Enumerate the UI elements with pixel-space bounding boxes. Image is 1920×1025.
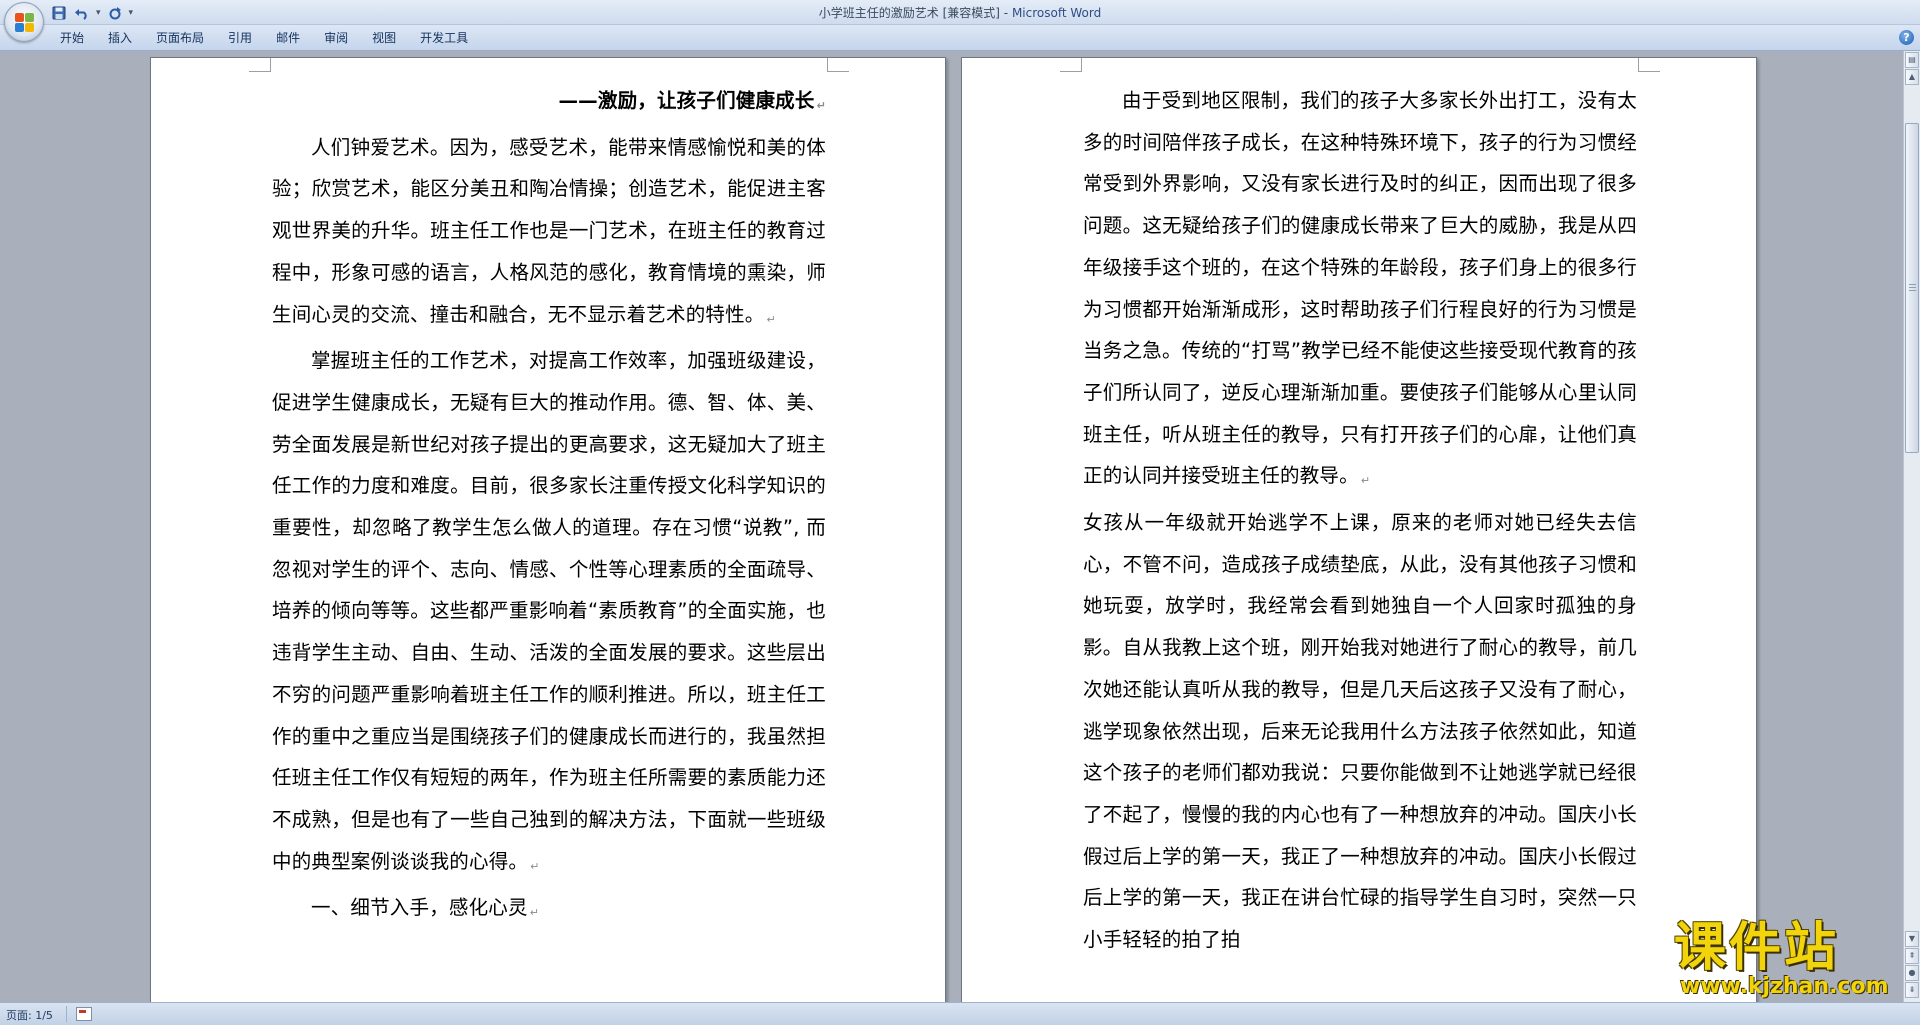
watermark-title: 课件站 xyxy=(1674,918,1840,978)
undo-dropdown-icon[interactable]: ▾ xyxy=(96,8,101,18)
office-button[interactable] xyxy=(4,2,44,42)
status-divider xyxy=(66,1006,67,1022)
crop-mark xyxy=(1060,58,1082,72)
select-browse-object-icon[interactable]: ● xyxy=(1905,965,1919,981)
title-bar: 小学班主任的激励艺术 [兼容模式] - Microsoft Word xyxy=(0,0,1920,25)
paragraph-mark-icon: ↵ xyxy=(816,99,826,112)
paragraph-mark-icon: ↵ xyxy=(766,312,776,326)
undo-icon[interactable] xyxy=(73,4,91,22)
previous-page-icon[interactable]: ⇞ xyxy=(1905,948,1919,964)
save-icon[interactable] xyxy=(50,4,68,22)
vertical-scrollbar[interactable]: ▤ ▲ ▼ ⇞ ● ⇟ xyxy=(1903,51,1920,1002)
app-name: Microsoft Word xyxy=(1011,6,1102,20)
next-page-icon[interactable]: ⇟ xyxy=(1905,982,1919,998)
tab-insert[interactable]: 插入 xyxy=(96,30,144,46)
tab-review[interactable]: 审阅 xyxy=(312,30,360,46)
crop-mark xyxy=(249,58,271,72)
page-indicator[interactable]: 页面: 1/5 xyxy=(6,1007,53,1023)
proofing-icon[interactable] xyxy=(76,1007,92,1021)
paragraph-mark-icon: ↵ xyxy=(1360,474,1371,488)
tab-mailings[interactable]: 邮件 xyxy=(264,30,312,46)
tab-page-layout[interactable]: 页面布局 xyxy=(144,30,216,46)
paragraph[interactable]: 掌握班主任的工作艺术，对提高工作效率，加强班级建设，促进学生健康成长，无疑有巨大… xyxy=(272,340,826,887)
status-bar: 页面: 1/5 xyxy=(0,1002,1920,1025)
page-text[interactable]: 由于受到地区限制，我们的孩子大多家长外出打工，没有太多的时间陪伴孩子成长，在这种… xyxy=(1083,80,1637,961)
window-title: 小学班主任的激励艺术 [兼容模式] - Microsoft Word xyxy=(0,4,1920,21)
ruler-toggle-icon[interactable]: ▤ xyxy=(1905,52,1919,68)
section-heading[interactable]: 一、细节入手，感化心灵 ↵ xyxy=(272,887,826,934)
document-subtitle[interactable]: ——激励，让孩子们健康成长 ↵ xyxy=(272,80,826,127)
tab-references[interactable]: 引用 xyxy=(216,30,264,46)
paragraph[interactable]: 女孩从一年级就开始逃学不上课，原来的老师对她已经失去信心，不管不问，造成孩子成绩… xyxy=(1083,502,1637,961)
page-text[interactable]: ——激励，让孩子们健康成长 ↵ 人们钟爱艺术。因为，感受艺术，能带来情感愉悦和美的… xyxy=(272,80,826,934)
paragraph[interactable]: 人们钟爱艺术。因为，感受艺术，能带来情感愉悦和美的体验；欣赏艺术，能区分美丑和陶… xyxy=(272,127,826,341)
office-logo-icon xyxy=(15,13,34,32)
crop-mark xyxy=(827,58,849,72)
grip-icon xyxy=(1909,284,1916,291)
paragraph-mark-icon: ↵ xyxy=(530,859,540,873)
customize-qat-icon[interactable]: ▾ xyxy=(129,8,134,18)
watermark-url: www.kjzhan.com xyxy=(1680,974,1889,999)
paragraph-mark-icon: ↵ xyxy=(529,906,540,920)
document-workspace[interactable]: ——激励，让孩子们健康成长 ↵ 人们钟爱艺术。因为，感受艺术，能带来情感愉悦和美的… xyxy=(0,51,1903,1002)
ribbon-tabs-bar: 开始 插入 页面布局 引用 邮件 审阅 视图 开发工具 ? xyxy=(0,25,1920,51)
tab-view[interactable]: 视图 xyxy=(360,30,408,46)
document-page-1[interactable]: ——激励，让孩子们健康成长 ↵ 人们钟爱艺术。因为，感受艺术，能带来情感愉悦和美的… xyxy=(150,57,946,1002)
quick-access-toolbar: ▾ ▾ xyxy=(50,3,133,23)
scroll-down-icon[interactable]: ▼ xyxy=(1905,931,1919,947)
paragraph[interactable]: 由于受到地区限制，我们的孩子大多家长外出打工，没有太多的时间陪伴孩子成长，在这种… xyxy=(1083,80,1637,502)
help-icon[interactable]: ? xyxy=(1899,30,1914,45)
document-page-2[interactable]: 由于受到地区限制，我们的孩子大多家长外出打工，没有太多的时间陪伴孩子成长，在这种… xyxy=(961,57,1757,1002)
ribbon-tabs: 开始 插入 页面布局 引用 邮件 审阅 视图 开发工具 xyxy=(50,30,480,46)
watermark-logo: 课件站 www.kjzhan.com xyxy=(1660,920,1900,1002)
scroll-up-icon[interactable]: ▲ xyxy=(1905,69,1919,85)
scroll-thumb[interactable] xyxy=(1905,123,1919,453)
document-title: 小学班主任的激励艺术 [兼容模式] - xyxy=(818,6,1009,20)
redo-icon[interactable] xyxy=(106,4,124,22)
crop-mark xyxy=(1638,58,1660,72)
tab-developer[interactable]: 开发工具 xyxy=(408,30,480,46)
tab-home[interactable]: 开始 xyxy=(50,30,96,46)
